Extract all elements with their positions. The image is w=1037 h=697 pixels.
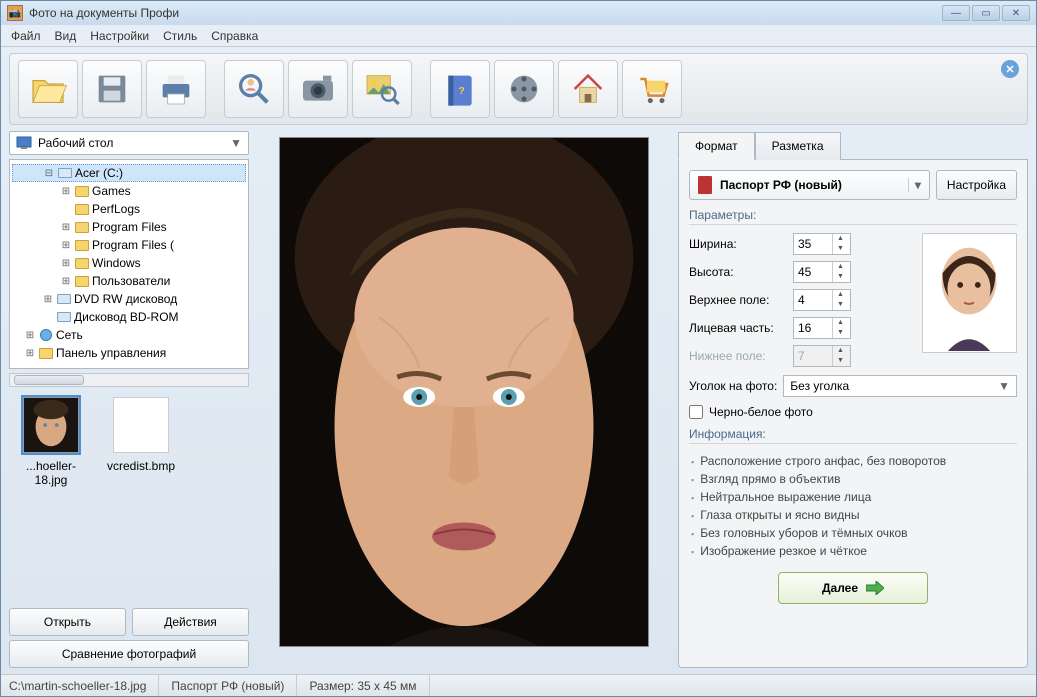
- right-panel: Формат Разметка Паспорт РФ (новый) ▾ Нас…: [678, 131, 1028, 668]
- actions-button[interactable]: Действия: [132, 608, 249, 636]
- info-item: Изображение резкое и чёткое: [691, 542, 1017, 560]
- svg-text:?: ?: [459, 86, 465, 97]
- info-item: Взгляд прямо в объектив: [691, 470, 1017, 488]
- bw-label: Черно-белое фото: [709, 405, 813, 419]
- tree-item-bd[interactable]: Дисковод BD-ROM: [12, 308, 246, 326]
- preset-settings-button[interactable]: Настройка: [936, 170, 1017, 200]
- menu-file[interactable]: Файл: [11, 29, 41, 43]
- thumb-item[interactable]: ...hoeller-18.jpg: [11, 397, 91, 487]
- tree-h-scrollbar[interactable]: [9, 373, 249, 387]
- open-button[interactable]: Открыть: [9, 608, 126, 636]
- face-label: Лицевая часть:: [689, 321, 787, 335]
- photo-preview-panel: [257, 131, 670, 668]
- titlebar: 📷 Фото на документы Профи — ▭ ✕: [1, 1, 1036, 25]
- face-spinner[interactable]: ▲▼: [793, 317, 851, 339]
- top-label: Верхнее поле:: [689, 293, 787, 307]
- menu-help[interactable]: Справка: [211, 29, 258, 43]
- tree-item-network[interactable]: ⊞Сеть: [12, 326, 246, 344]
- thumb-label: vcredist.bmp: [101, 459, 181, 473]
- width-label: Ширина:: [689, 237, 787, 251]
- chevron-down-icon: ▾: [908, 178, 921, 192]
- chevron-down-icon: ▼: [998, 379, 1010, 393]
- home-button[interactable]: [558, 60, 618, 118]
- tab-markup[interactable]: Разметка: [755, 132, 841, 160]
- camera-button[interactable]: [288, 60, 348, 118]
- maximize-button[interactable]: ▭: [972, 5, 1000, 21]
- top-spinner[interactable]: ▲▼: [793, 289, 851, 311]
- bottom-spinner: ▲▼: [793, 345, 851, 367]
- status-preset: Паспорт РФ (новый): [159, 675, 297, 696]
- info-item: Нейтральное выражение лица: [691, 488, 1017, 506]
- help-book-button[interactable]: ?: [430, 60, 490, 118]
- thumb-label: ...hoeller-18.jpg: [11, 459, 91, 487]
- compare-button[interactable]: Сравнение фотографий: [9, 640, 249, 668]
- next-button[interactable]: Далее: [778, 572, 928, 604]
- menu-settings[interactable]: Настройки: [90, 29, 149, 43]
- info-item: Глаза открыты и ясно видны: [691, 506, 1017, 524]
- toolbar-help-icon[interactable]: ✕: [1001, 60, 1019, 78]
- tree-item-acer[interactable]: ⊟Acer (C:): [12, 164, 246, 182]
- film-reel-button[interactable]: [494, 60, 554, 118]
- tree-item-games[interactable]: ⊞Games: [12, 182, 246, 200]
- zoom-person-button[interactable]: [224, 60, 284, 118]
- passport-icon: [698, 176, 712, 194]
- minimize-button[interactable]: —: [942, 5, 970, 21]
- tab-format[interactable]: Формат: [678, 132, 755, 160]
- save-button[interactable]: [82, 60, 142, 118]
- preset-combo[interactable]: Паспорт РФ (новый) ▾: [689, 170, 930, 200]
- window-title: Фото на документы Профи: [29, 6, 179, 20]
- close-button[interactable]: ✕: [1002, 5, 1030, 21]
- tree-item-progfilesx[interactable]: ⊞Program Files (: [12, 236, 246, 254]
- menu-view[interactable]: Вид: [55, 29, 77, 43]
- height-label: Высота:: [689, 265, 787, 279]
- tree-item-progfiles[interactable]: ⊞Program Files: [12, 218, 246, 236]
- chevron-down-icon: ▼: [230, 136, 242, 150]
- tabs: Формат Разметка: [678, 131, 1028, 160]
- statusbar: C:\martin-schoeller-18.jpg Паспорт РФ (н…: [1, 674, 1036, 696]
- location-label: Рабочий стол: [38, 136, 113, 150]
- height-spinner[interactable]: ▲▼: [793, 261, 851, 283]
- info-group-label: Информация:: [689, 427, 1017, 444]
- tree-item-control[interactable]: ⊞Панель управления: [12, 344, 246, 362]
- status-size: Размер: 35 x 45 мм: [297, 675, 429, 696]
- arrow-right-icon: [866, 581, 884, 595]
- status-path: C:\martin-schoeller-18.jpg: [9, 675, 159, 696]
- open-folder-button[interactable]: [18, 60, 78, 118]
- left-panel: Рабочий стол ▼ ⊟Acer (C:) ⊞Games PerfLog…: [9, 131, 249, 668]
- info-item: Без головных уборов и тёмных очков: [691, 524, 1017, 542]
- corner-label: Уголок на фото:: [689, 379, 777, 393]
- thumbnail-area: ...hoeller-18.jpg vcredist.bmp: [9, 391, 249, 604]
- corner-select[interactable]: Без уголка▼: [783, 375, 1017, 397]
- app-icon: 📷: [7, 5, 23, 21]
- app-window: 📷 Фото на документы Профи — ▭ ✕ Файл Вид…: [0, 0, 1037, 697]
- info-item: Расположение строго анфас, без поворотов: [691, 452, 1017, 470]
- monitor-icon: [16, 136, 32, 150]
- image-search-button[interactable]: [352, 60, 412, 118]
- tree-item-perflogs[interactable]: PerfLogs: [12, 200, 246, 218]
- print-button[interactable]: [146, 60, 206, 118]
- folder-tree[interactable]: ⊟Acer (C:) ⊞Games PerfLogs ⊞Program File…: [9, 159, 249, 369]
- menubar: Файл Вид Настройки Стиль Справка: [1, 25, 1036, 47]
- bw-checkbox[interactable]: [689, 405, 703, 419]
- toolbar: ? ✕: [9, 53, 1028, 125]
- menu-style[interactable]: Стиль: [163, 29, 197, 43]
- preset-label: Паспорт РФ (новый): [720, 178, 842, 192]
- photo-canvas[interactable]: [279, 137, 649, 647]
- location-combo[interactable]: Рабочий стол ▼: [9, 131, 249, 155]
- cart-button[interactable]: [622, 60, 682, 118]
- tree-item-windows[interactable]: ⊞Windows: [12, 254, 246, 272]
- tree-item-dvd[interactable]: ⊞DVD RW дисковод: [12, 290, 246, 308]
- sample-photo: [922, 233, 1017, 353]
- tree-item-users[interactable]: ⊞Пользователи: [12, 272, 246, 290]
- thumb-item[interactable]: vcredist.bmp: [101, 397, 181, 473]
- params-group-label: Параметры:: [689, 208, 1017, 225]
- info-list: Расположение строго анфас, без поворотов…: [689, 452, 1017, 560]
- bottom-label: Нижнее поле:: [689, 349, 787, 363]
- width-spinner[interactable]: ▲▼: [793, 233, 851, 255]
- format-tab-body: Паспорт РФ (новый) ▾ Настройка Параметры…: [678, 160, 1028, 668]
